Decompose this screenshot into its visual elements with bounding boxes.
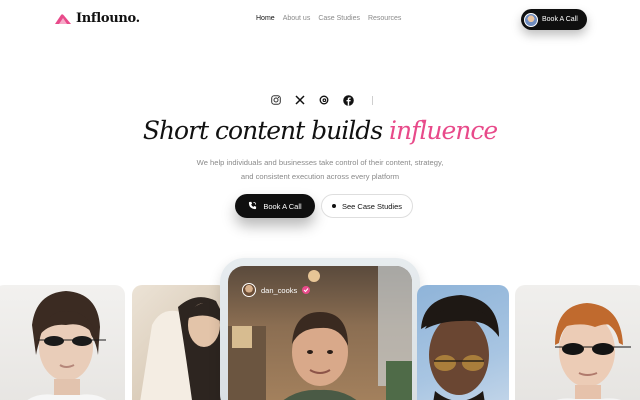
- brand-logo[interactable]: Inflouno.: [54, 11, 140, 26]
- logo-mark-icon: [54, 12, 72, 26]
- x-icon[interactable]: [294, 94, 306, 106]
- book-call-label: Book A Call: [263, 201, 302, 211]
- headline-main: Short content builds: [142, 116, 390, 145]
- nav-link-home[interactable]: Home: [256, 15, 275, 22]
- creator-handle-badge[interactable]: dan_cooks: [239, 280, 318, 300]
- phone-icon: [248, 201, 257, 212]
- nav-link-about[interactable]: About us: [283, 15, 311, 22]
- see-case-studies-label: See Case Studies: [341, 201, 403, 211]
- brand-name: Inflouno.: [76, 11, 140, 26]
- social-links: [270, 94, 373, 106]
- nav-links: Home About us Case Studies Resources: [256, 15, 401, 22]
- creator-card[interactable]: [132, 285, 228, 400]
- threads-icon[interactable]: [318, 94, 330, 106]
- creator-card[interactable]: [0, 285, 125, 400]
- bullet-dot-icon: [331, 204, 336, 208]
- divider: [372, 95, 373, 105]
- hero-headline: Short content builds influence: [0, 116, 640, 145]
- nav-link-case-studies[interactable]: Case Studies: [318, 15, 360, 22]
- portrait-image: [140, 297, 228, 400]
- portrait-image: [421, 295, 499, 400]
- hero-subtext: We help individuals and businesses take …: [180, 156, 460, 184]
- book-call-nav-label: Book A Call: [542, 16, 578, 23]
- top-navbar: Inflouno. Home About us Case Studies Res…: [0, 0, 640, 40]
- see-case-studies-button[interactable]: See Case Studies: [321, 194, 413, 218]
- book-call-button[interactable]: Book A Call: [235, 194, 315, 218]
- portrait-image: [555, 303, 631, 400]
- hero-subtext-line-1: We help individuals and businesses take …: [196, 158, 444, 167]
- phone-screen: dan_cooks: [228, 266, 412, 400]
- nav-link-resources[interactable]: Resources: [368, 15, 401, 22]
- verified-check-icon: [302, 286, 311, 294]
- creator-card[interactable]: [515, 285, 640, 400]
- headline-accent: influence: [389, 116, 498, 145]
- avatar: [524, 12, 538, 27]
- avatar: [242, 283, 256, 297]
- portrait-image: [27, 291, 107, 400]
- instagram-icon[interactable]: [270, 94, 282, 106]
- creator-handle: dan_cooks: [261, 285, 298, 295]
- featured-creator-phone[interactable]: dan_cooks: [220, 258, 420, 400]
- book-call-nav-button[interactable]: Book A Call: [521, 9, 587, 30]
- hero-subtext-line-2: and consistent execution across every pl…: [240, 172, 400, 181]
- creator-card[interactable]: [417, 285, 509, 400]
- facebook-icon[interactable]: [342, 94, 354, 106]
